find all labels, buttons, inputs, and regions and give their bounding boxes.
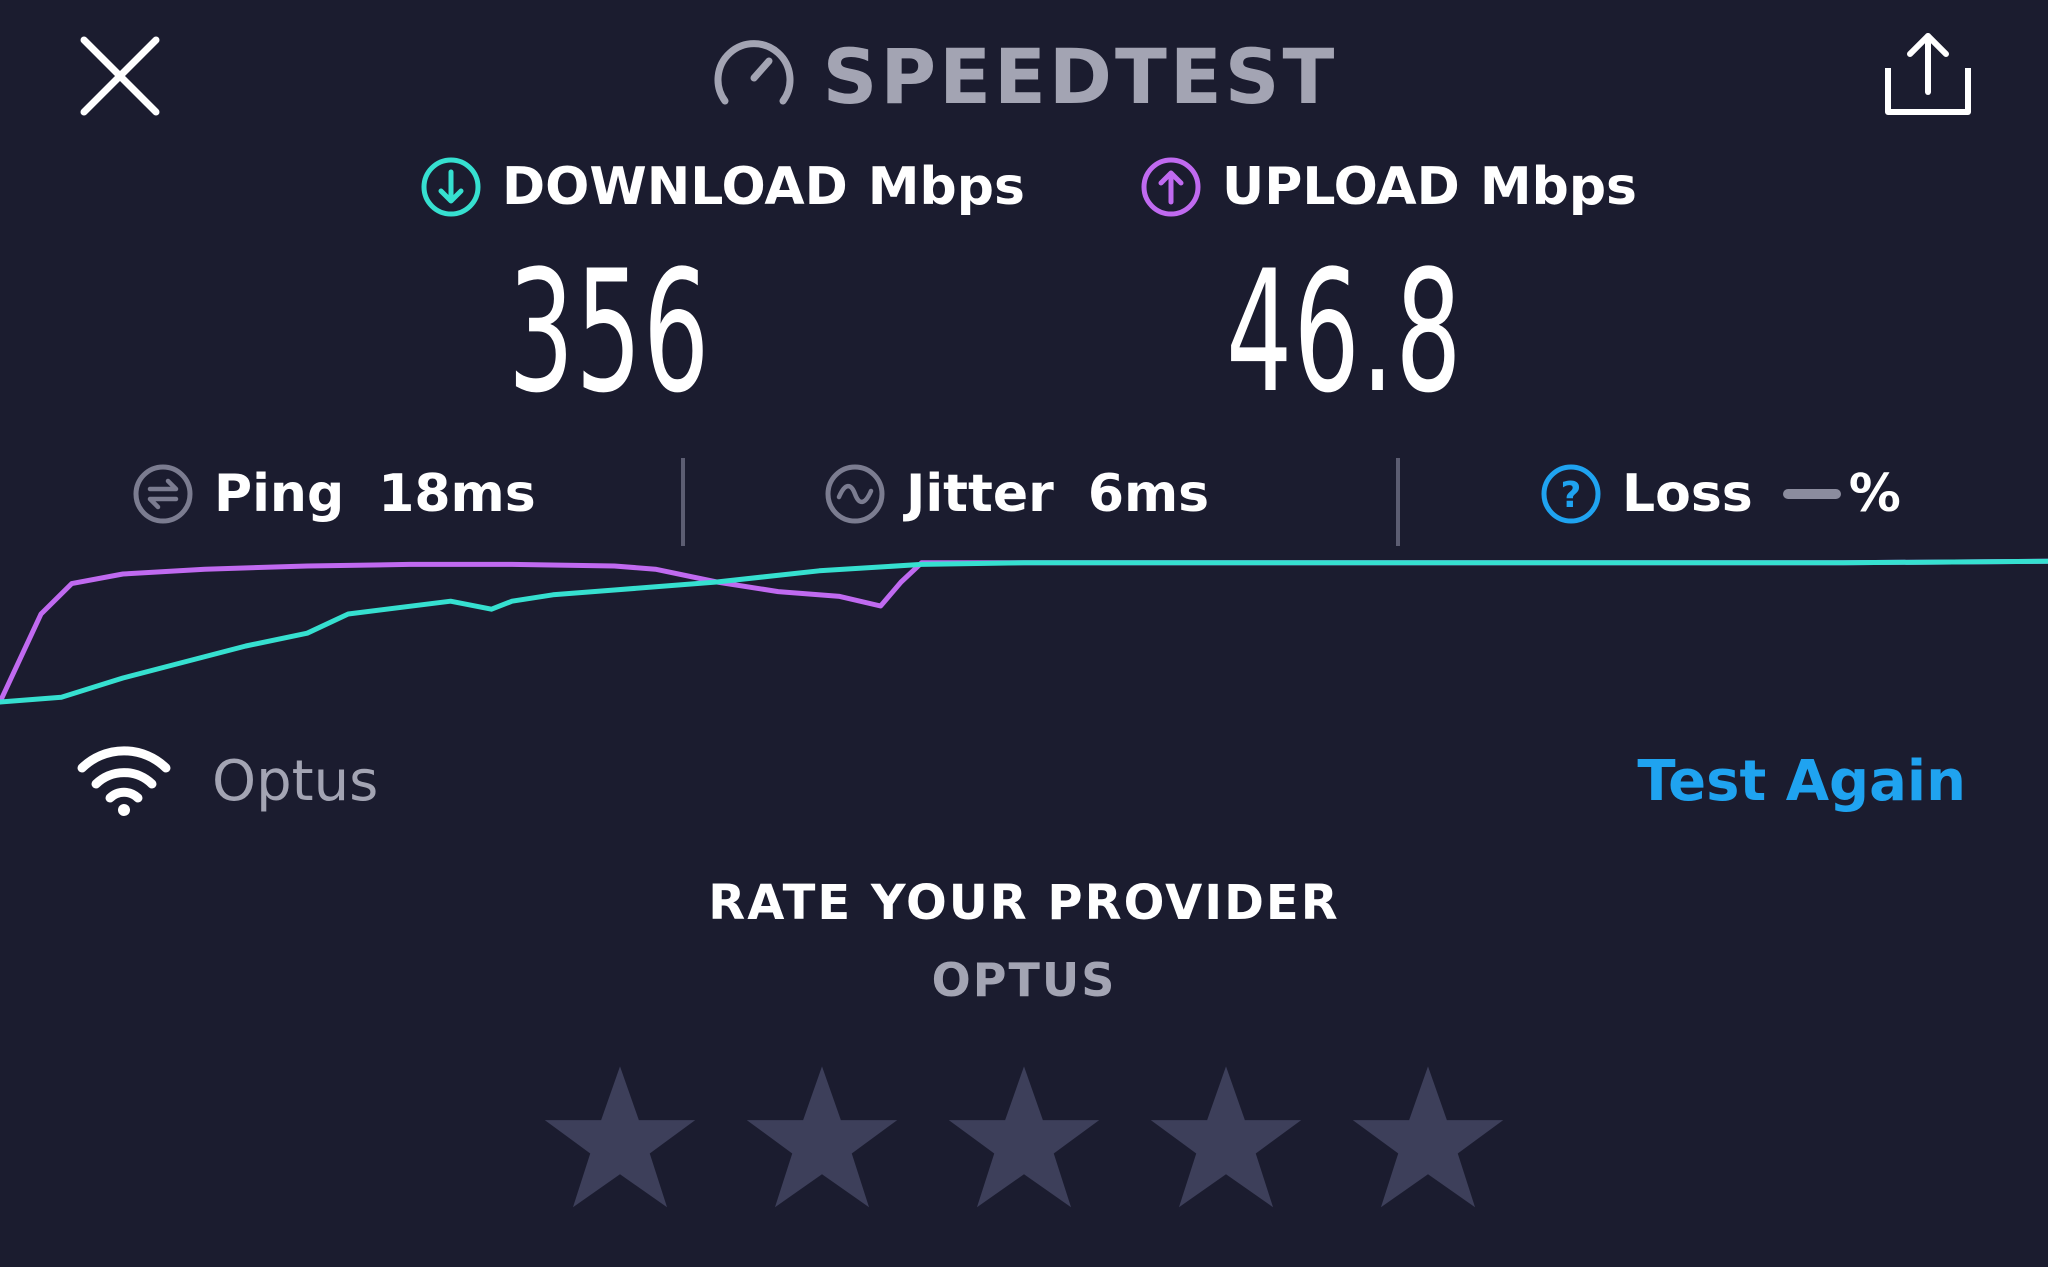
download-value: 356 [508,234,711,430]
ping-value: 18ms [378,464,536,524]
download-header: DOWNLOAD Mbps [420,150,1025,224]
stats-divider [1396,458,1400,546]
upload-value: 46.8 [1226,234,1463,430]
star-1-icon[interactable] [540,1060,700,1220]
rate-provider-name: OPTUS [931,953,1117,1007]
upload-arrow-icon [1141,157,1201,217]
share-icon[interactable] [1878,26,1978,126]
provider-name: Optus [212,749,379,814]
star-3-icon[interactable] [944,1060,1104,1220]
star-5-icon[interactable] [1348,1060,1508,1220]
upload-label: UPLOAD [1222,157,1460,217]
loss-empty-dash [1782,489,1841,499]
speedometer-icon [714,40,794,105]
star-2-icon[interactable] [742,1060,902,1220]
ping-label: Ping [214,464,345,524]
star-4-icon[interactable] [1146,1060,1306,1220]
graph-series-line-2 [0,558,2048,705]
loss-unit: % [1848,464,1901,524]
ping-icon [133,464,193,524]
star-rating [540,1060,1508,1220]
loss-stat: ? Loss % [1540,458,1901,530]
jitter-label: Jitter [906,464,1054,524]
rate-provider-title: RATE YOUR PROVIDER [708,875,1340,931]
svg-text:?: ? [1561,475,1582,516]
stats-divider [681,458,685,546]
app-brand: SPEEDTEST [0,28,2048,124]
wifi-icon [77,746,171,816]
loss-label: Loss [1622,464,1753,524]
download-label: DOWNLOAD [502,157,848,217]
speed-graph [0,558,2048,705]
jitter-icon [825,464,885,524]
test-again-button[interactable]: Test Again [1560,742,1966,822]
download-arrow-icon [421,157,481,217]
ping-stat: Ping 18ms [132,458,536,530]
download-unit: Mbps [867,157,1025,217]
upload-unit: Mbps [1479,157,1637,217]
brand-title: SPEEDTEST [822,31,1338,121]
jitter-value: 6ms [1087,464,1210,524]
help-icon[interactable]: ? [1540,463,1602,525]
jitter-stat: Jitter 6ms [824,458,1209,530]
upload-header: UPLOAD Mbps [1140,150,1637,224]
